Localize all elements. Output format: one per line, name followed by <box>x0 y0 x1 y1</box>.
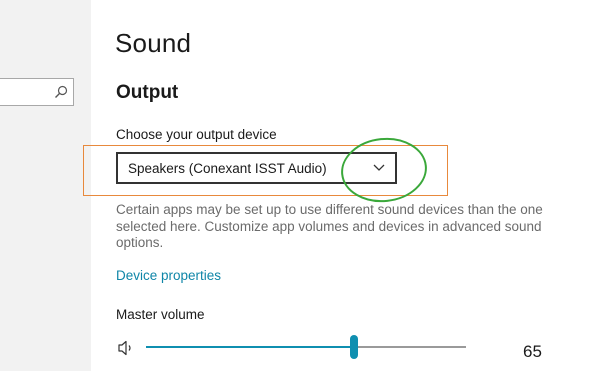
master-volume-slider[interactable] <box>146 335 466 360</box>
master-volume-label: Master volume <box>116 307 205 322</box>
navigation-pane <box>0 0 91 371</box>
search-input[interactable] <box>0 78 74 106</box>
speaker-icon[interactable] <box>117 340 137 356</box>
output-device-label: Choose your output device <box>116 127 277 142</box>
master-volume-value: 65 <box>523 342 542 361</box>
slider-thumb[interactable] <box>350 335 358 359</box>
output-heading: Output <box>116 82 179 103</box>
search-icon[interactable] <box>54 85 68 99</box>
page-title: Sound <box>115 28 192 58</box>
output-device-dropdown[interactable]: Speakers (Conexant ISST Audio) <box>116 152 397 184</box>
output-help-text: Certain apps may be set up to use differ… <box>116 202 543 250</box>
chevron-down-icon <box>373 164 385 171</box>
slider-track-fill <box>146 346 354 348</box>
output-device-selected-value: Speakers (Conexant ISST Audio) <box>128 161 327 176</box>
device-properties-link[interactable]: Device properties <box>116 268 221 283</box>
